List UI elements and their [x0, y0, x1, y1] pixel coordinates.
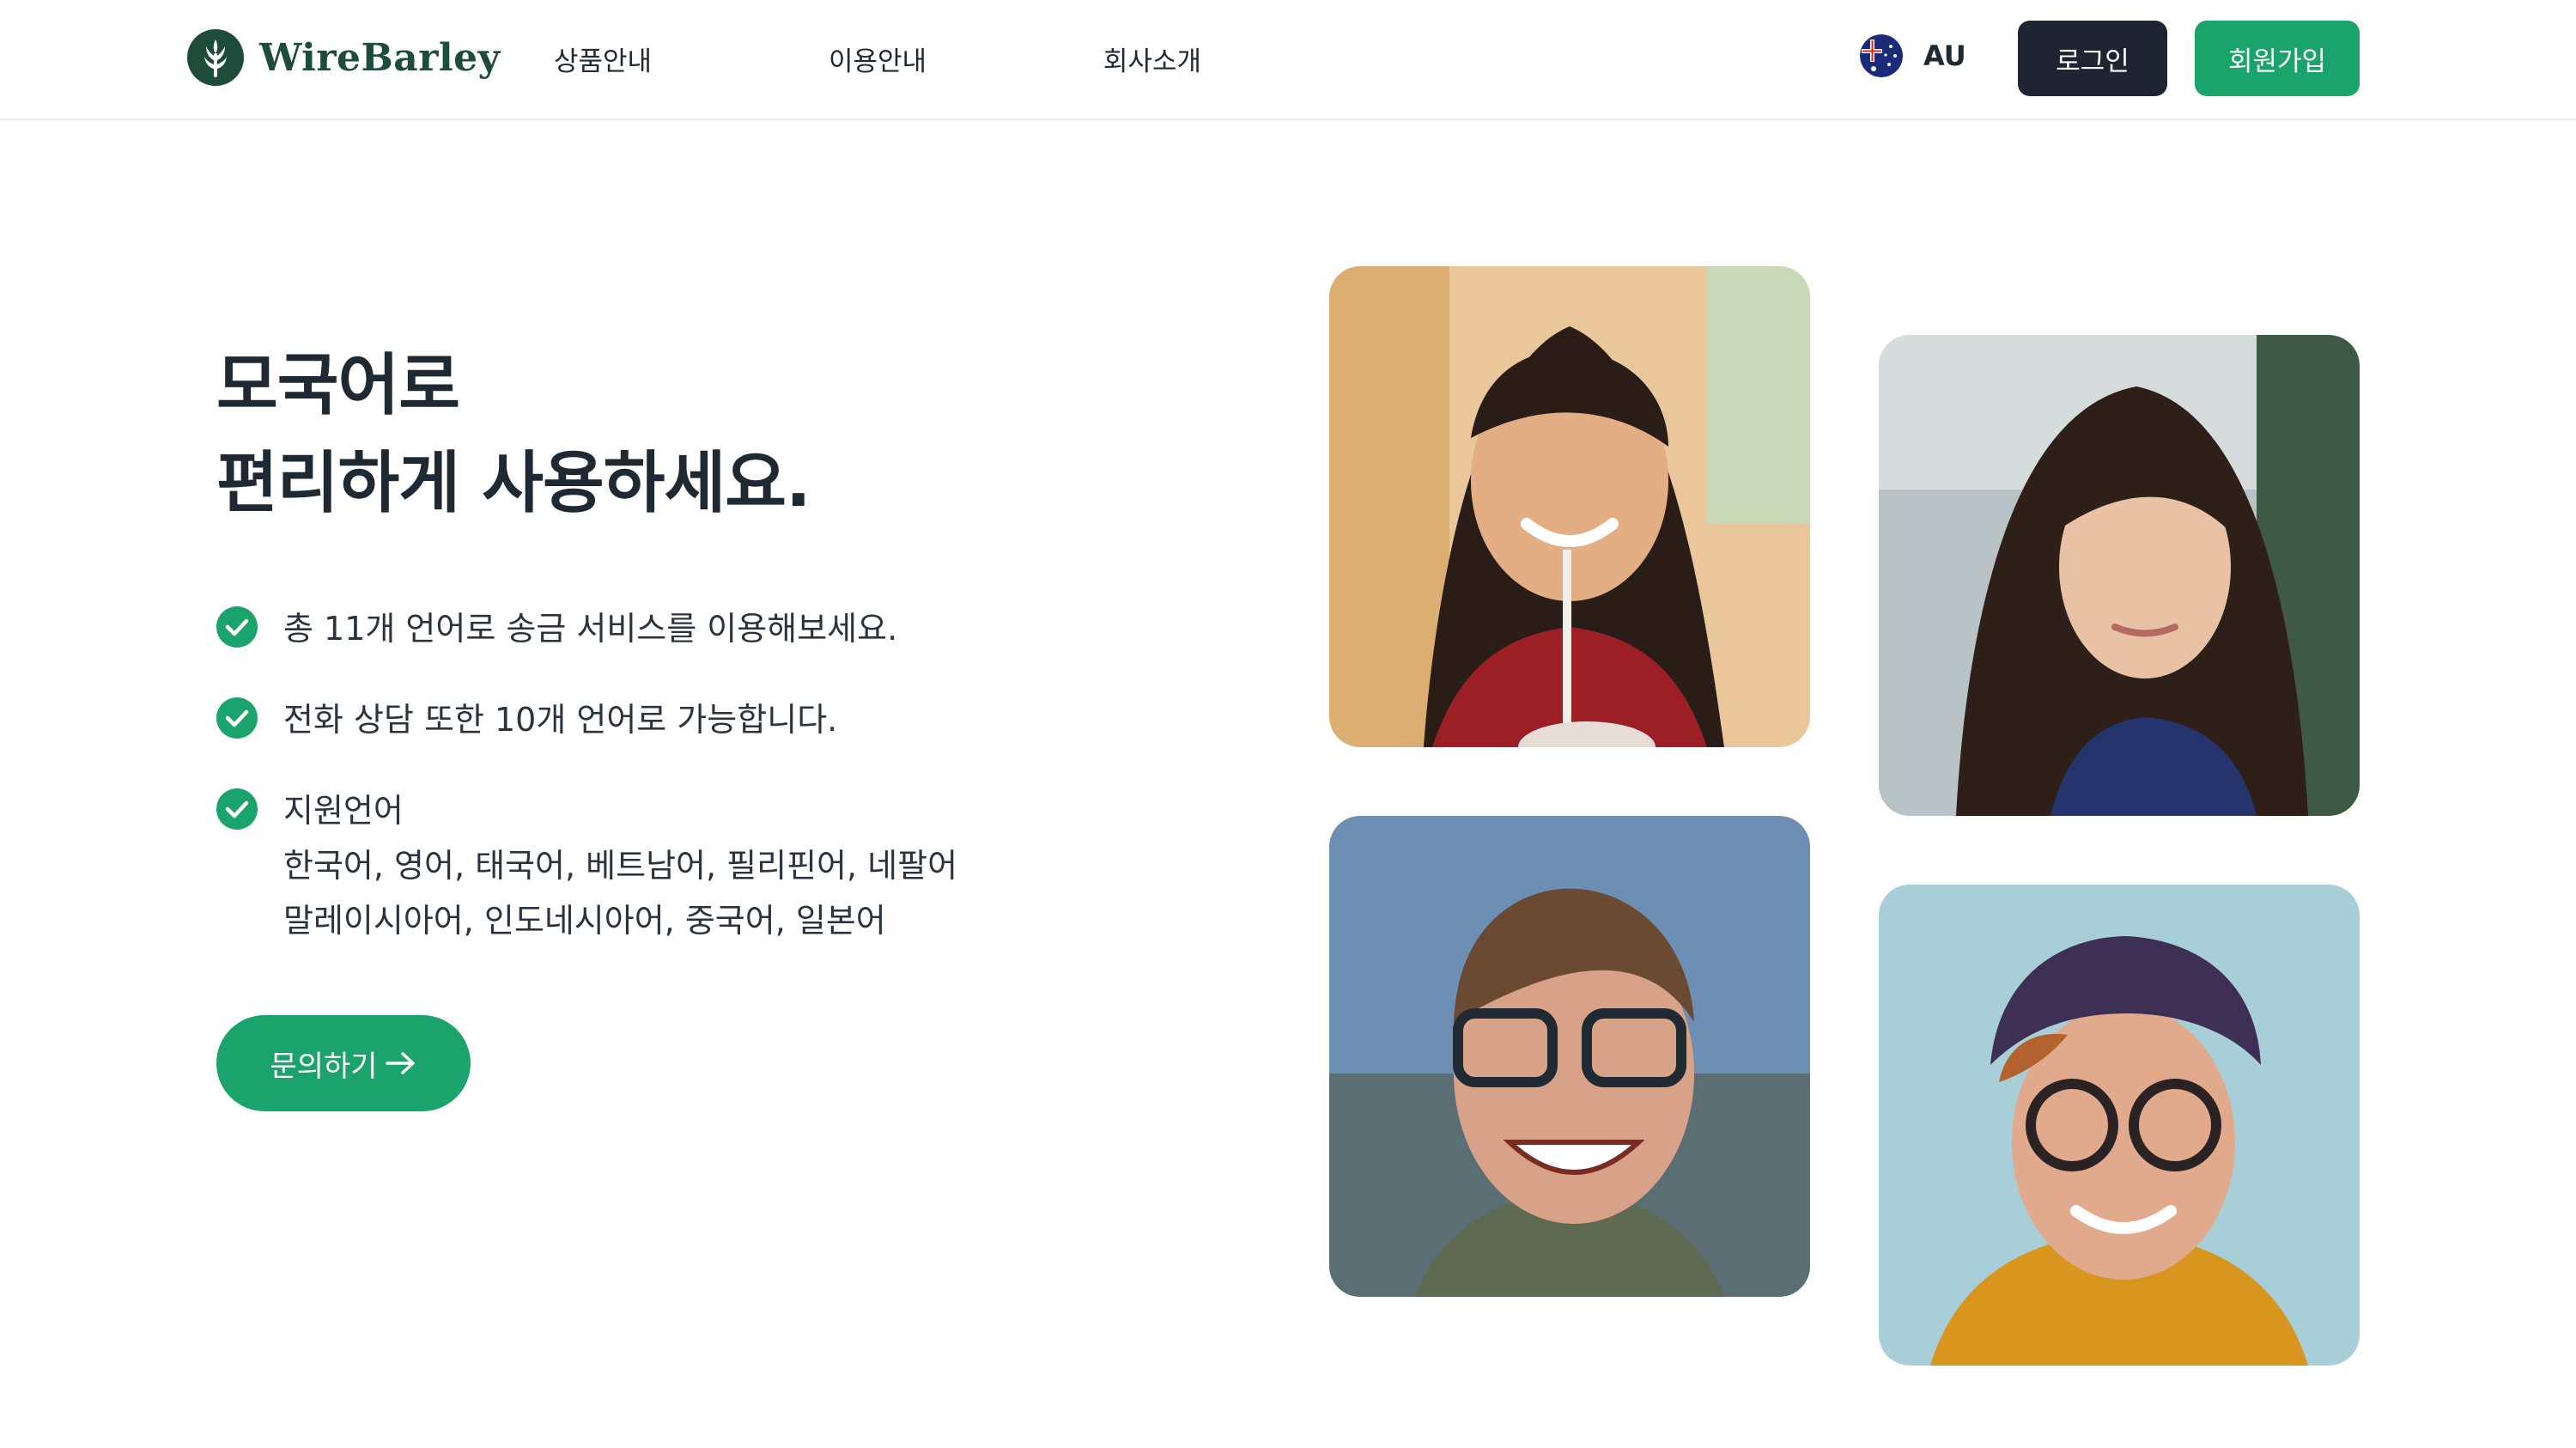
nav-company[interactable]: 회사소개 — [1103, 40, 1201, 78]
feature-item: 지원언어 한국어, 영어, 태국어, 베트남어, 필리핀어, 네팔어 말레이시아… — [216, 783, 957, 948]
portrait-photo-2 — [1879, 335, 2360, 816]
check-circle-icon — [216, 788, 258, 830]
nav-guide[interactable]: 이용안내 — [829, 40, 927, 78]
portrait-photo-1 — [1329, 266, 1810, 747]
feature-text: 지원언어 한국어, 영어, 태국어, 베트남어, 필리핀어, 네팔어 말레이시아… — [283, 783, 957, 948]
locale-selector[interactable]: AU — [1860, 34, 1966, 77]
feature-line: 전화 상담 또한 10개 언어로 가능합니다. — [283, 701, 838, 739]
feature-line: 총 11개 언어로 송금 서비스를 이용해보세요. — [283, 610, 898, 648]
hero-title-line-2: 편리하게 사용하세요. — [216, 445, 811, 522]
portrait-image — [1879, 885, 2360, 1366]
nav-products[interactable]: 상품안내 — [554, 40, 652, 78]
portrait-photo-3 — [1329, 816, 1810, 1297]
hero-title: 모국어로 편리하게 사용하세요. — [216, 337, 811, 532]
australia-flag-icon — [1860, 34, 1903, 77]
feature-item: 전화 상담 또한 10개 언어로 가능합니다. — [216, 692, 837, 747]
feature-line: 한국어, 영어, 태국어, 베트남어, 필리핀어, 네팔어 — [283, 847, 958, 885]
feature-line: 말레이시아어, 인도네시아어, 중국어, 일본어 — [283, 902, 886, 940]
portrait-image — [1879, 335, 2360, 816]
login-button[interactable]: 로그인 — [2018, 21, 2167, 96]
feature-text: 전화 상담 또한 10개 언어로 가능합니다. — [283, 692, 837, 747]
feature-text: 총 11개 언어로 송금 서비스를 이용해보세요. — [283, 601, 897, 656]
portrait-photo-4 — [1879, 885, 2360, 1366]
check-circle-icon — [216, 697, 258, 739]
inquiry-button[interactable]: 문의하기 — [216, 1015, 471, 1111]
portrait-image — [1329, 816, 1810, 1297]
inquiry-button-label: 문의하기 — [270, 1049, 378, 1084]
signup-button[interactable]: 회원가입 — [2195, 21, 2360, 96]
check-circle-icon — [216, 606, 258, 648]
site-header: WireBarley 상품안내 이용안내 회사소개 AU 로그인 회원가입 — [0, 0, 2576, 120]
locale-label: AU — [1923, 40, 1966, 72]
portrait-image — [1329, 266, 1810, 747]
brand-name: WireBarley — [259, 35, 501, 80]
feature-item: 총 11개 언어로 송금 서비스를 이용해보세요. — [216, 601, 897, 656]
wirebarley-logo-icon — [187, 29, 244, 86]
brand-logo[interactable]: WireBarley — [187, 27, 501, 88]
feature-line: 지원언어 — [283, 792, 404, 830]
hero-title-line-1: 모국어로 — [216, 347, 460, 424]
arrow-right-icon — [385, 1052, 415, 1074]
